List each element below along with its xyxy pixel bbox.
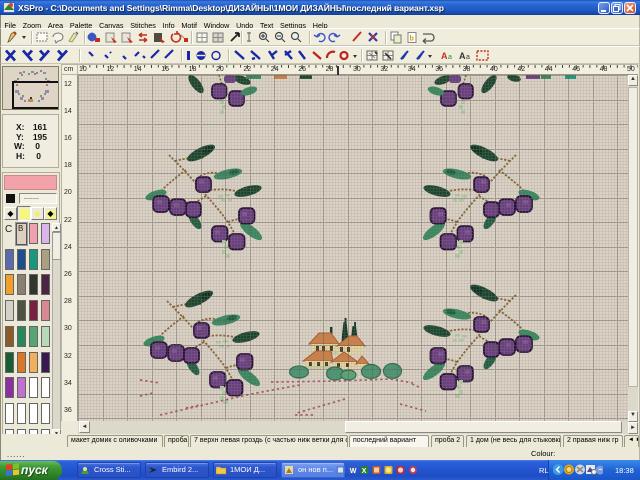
svg-text:A: A bbox=[459, 51, 466, 61]
svg-text:X: X bbox=[362, 468, 367, 475]
svg-text:A: A bbox=[441, 51, 448, 61]
svg-text:a: a bbox=[466, 54, 470, 61]
svg-text:a: a bbox=[448, 54, 452, 61]
svg-text:b: b bbox=[410, 36, 414, 43]
svg-text:W: W bbox=[350, 468, 357, 475]
